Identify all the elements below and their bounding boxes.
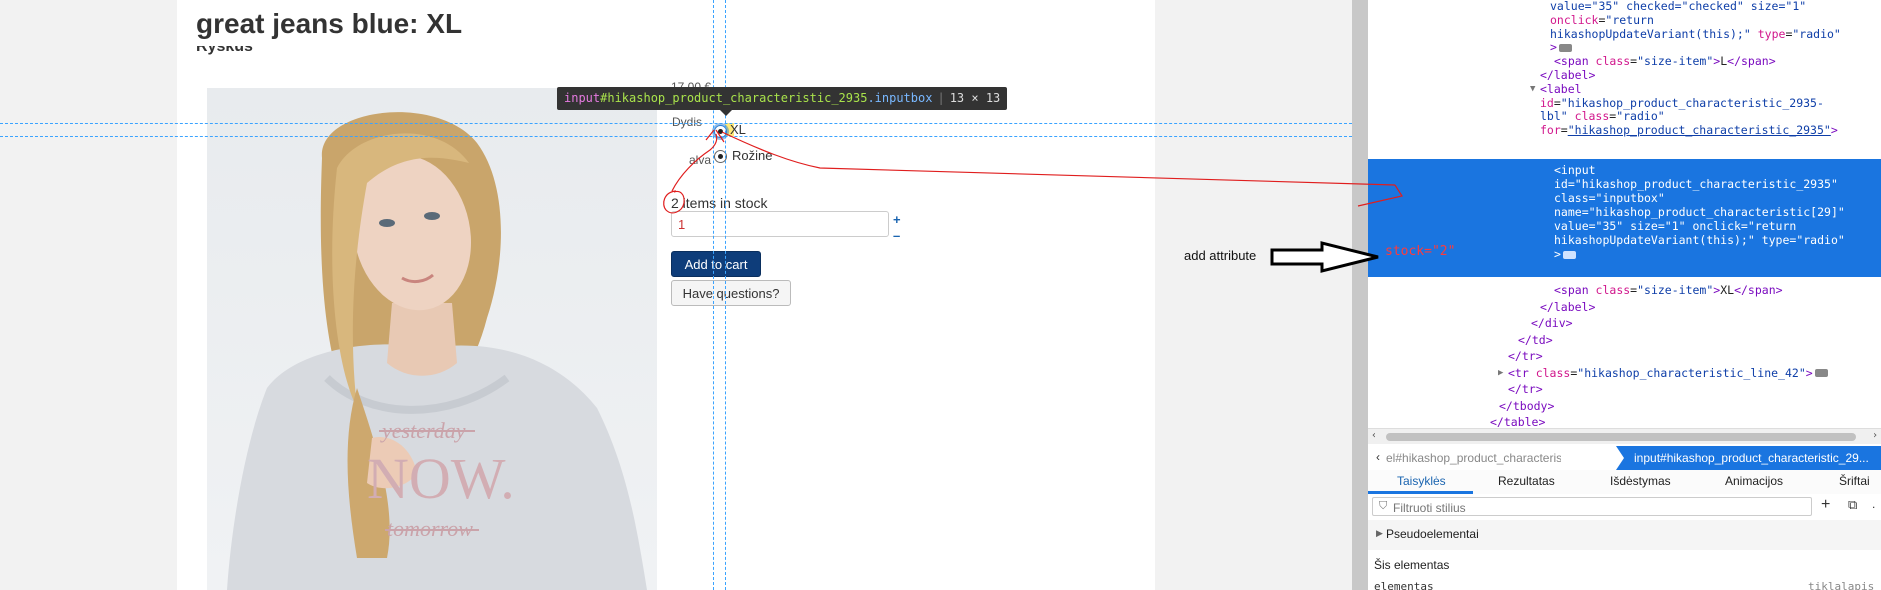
size-label-fragment: Dydis — [672, 115, 703, 129]
markup-token: hikashopUpdateVariant(this);" type="radi… — [1554, 233, 1845, 247]
selected-node-highlight[interactable]: <input id="hikashop_product_characteristi… — [1368, 159, 1881, 277]
more-options-icon[interactable]: . — [1872, 497, 1875, 511]
model-photo-illustration: yesterday NOW. tomorrow — [227, 112, 647, 590]
filter-styles-input[interactable]: ⛉ Filtruoti stilius — [1372, 497, 1812, 516]
shirt-print-now: NOW. — [367, 446, 515, 511]
tab-fonts[interactable]: Šriftai — [1839, 474, 1870, 488]
tooltip-tag: input — [564, 91, 601, 105]
stock-status: 2 items in stock — [671, 195, 768, 211]
markup-token: id="hikashop_product_characteristic_2935… — [1554, 177, 1838, 191]
add-to-cart-button[interactable]: Add to cart — [671, 251, 761, 277]
rule-source[interactable]: tiklalapis — [1808, 580, 1874, 590]
toggle-pseudo-classes-icon[interactable]: ⧉ — [1848, 497, 1857, 513]
node-breadcrumbs: ‹ el#hikashop_product_characteristic_29.… — [1368, 446, 1881, 471]
markup-token: value="35" size="1" onclick="return — [1554, 219, 1797, 233]
add-attribute-label: add attribute — [1184, 248, 1257, 263]
markup-token: <input — [1554, 163, 1596, 177]
markup-token: > — [1554, 247, 1561, 261]
quantity-input[interactable] — [671, 211, 889, 237]
event-badge-icon[interactable] — [1814, 369, 1828, 377]
markup-token: </span> — [1734, 283, 1783, 297]
element-rule-row: elementas tiklalapis — [1368, 580, 1881, 590]
inspector-tooltip: input#hikashop_product_characteristic_29… — [557, 87, 1008, 116]
markup-line[interactable]: </tbody> — [1368, 398, 1881, 415]
this-element-section: Šis elementas — [1368, 550, 1881, 580]
scroll-right-icon[interactable]: › — [1872, 430, 1878, 441]
breadcrumb-current[interactable]: input#hikashop_product_characteristic_29… — [1616, 446, 1881, 470]
markup-line[interactable]: </tr> — [1368, 381, 1881, 398]
event-badge-icon[interactable] — [1558, 43, 1572, 52]
markup-token: for — [1540, 123, 1561, 138]
element-selector: elementas — [1374, 580, 1434, 590]
rules-tabbar: Taisyklės Rezultatas Išdėstymas Animacij… — [1368, 470, 1881, 495]
color-option-rozine-label: Rožine — [732, 148, 773, 163]
markup-line[interactable]: </tr> — [1368, 348, 1881, 365]
markup-token: </tr> — [1508, 349, 1543, 363]
devtools-splitter[interactable] — [1352, 0, 1368, 590]
markup-token: class="inputbox" — [1554, 191, 1665, 205]
markup-token: XL — [1720, 283, 1735, 297]
markup-line[interactable]: </div> — [1368, 315, 1881, 332]
markup-horizontal-scrollbar[interactable]: ‹ › — [1368, 428, 1881, 444]
markup-view[interactable]: <input id="hikashop_product_characteristi… — [1368, 0, 1881, 429]
stock-attribute-annotation: stock="2" — [1385, 244, 1456, 259]
tooltip-size: 13 × 13 — [949, 91, 1001, 105]
markup-token: </table> — [1490, 415, 1546, 429]
markup-token: </div> — [1531, 316, 1573, 330]
markup-token: class — [1535, 365, 1571, 380]
expand-triangle-icon[interactable]: ▶ — [1376, 528, 1383, 539]
markup-token: class — [1595, 283, 1631, 297]
shirt-print-tomorrow: tomorrow — [387, 516, 473, 541]
tab-animations[interactable]: Animacijos — [1725, 474, 1783, 488]
markup-token: = — [1560, 123, 1568, 138]
tab-layout[interactable]: Išdėstymas — [1610, 474, 1671, 488]
markup-token: "size-item" — [1637, 283, 1714, 297]
inspector-guide-top — [0, 123, 1352, 124]
devtools-panel: <input id="hikashop_product_characteristi… — [1368, 0, 1881, 590]
markup-line[interactable]: </td> — [1368, 332, 1881, 349]
breadcrumb-parent[interactable]: el#hikashop_product_characteristic_29... — [1386, 451, 1561, 465]
quantity-decrement[interactable]: – — [893, 228, 900, 243]
markup-token: </tr> — [1508, 382, 1543, 396]
styles-filter-bar: ⛉ Filtruoti stilius + ⧉ . — [1368, 494, 1881, 521]
product-title: great jeans blue: XL — [196, 8, 463, 39]
markup-line[interactable]: </label> — [1368, 299, 1881, 316]
tab-computed[interactable]: Rezultatas — [1498, 474, 1555, 488]
pseudo-elements-section[interactable]: ▶ Pseudoelementai — [1368, 520, 1881, 551]
filter-placeholder: Filtruoti stilius — [1393, 501, 1466, 515]
markup-token: </label> — [1540, 299, 1596, 314]
have-questions-button[interactable]: Have questions? — [671, 280, 791, 306]
markup-line[interactable]: for="hikashop_product_characteristic_293… — [1368, 122, 1881, 139]
color-label-fragment: alva — [689, 153, 712, 167]
breadcrumb-back-icon[interactable]: ‹ — [1376, 450, 1380, 464]
markup-line[interactable]: <span class="size-item">XL</span> — [1368, 282, 1881, 299]
scrollbar-thumb[interactable] — [1386, 433, 1856, 441]
this-element-label: Šis elementas — [1374, 558, 1450, 572]
pseudo-elements-label: Pseudoelementai — [1386, 527, 1479, 541]
quantity-increment[interactable]: + — [893, 212, 901, 227]
filter-icon: ⛉ — [1379, 500, 1388, 512]
tooltip-class: .inputbox — [867, 91, 933, 105]
markup-token: > — [1805, 365, 1813, 380]
markup-line[interactable]: ▶ <tr class="hikashop_characteristic_line… — [1368, 365, 1881, 382]
tooltip-id: #hikashop_product_characteristic_2935 — [600, 91, 868, 105]
markup-token: "hikashop_characteristic_line_42" — [1577, 365, 1806, 380]
size-option-xl-label: XL — [730, 122, 746, 137]
product-image[interactable]: yesterday NOW. tomorrow — [207, 88, 657, 590]
markup-token: </td> — [1518, 332, 1553, 347]
markup-token: <tr — [1508, 365, 1536, 380]
markup-token: "hikashop_product_characteristic_2935" — [1567, 123, 1831, 138]
web-page-viewport: great jeans blue: XL Ryškus yesterday NO… — [0, 0, 1352, 590]
markup-token: <span — [1554, 283, 1596, 297]
markup-token: </tbody> — [1499, 398, 1555, 413]
add-rule-icon[interactable]: + — [1821, 496, 1830, 514]
tab-rules[interactable]: Taisyklės — [1397, 474, 1446, 488]
scroll-left-icon[interactable]: ‹ — [1371, 430, 1377, 441]
markup-token: name="hikashop_product_characteristic[29… — [1554, 205, 1845, 219]
expand-triangle-icon[interactable]: ▶ — [1498, 365, 1503, 382]
product-subtitle-fragment: Ryškus — [196, 46, 253, 55]
event-badge-icon[interactable] — [1562, 250, 1576, 259]
markup-token: > — [1830, 123, 1838, 138]
inspector-guide-bottom — [0, 136, 1352, 137]
